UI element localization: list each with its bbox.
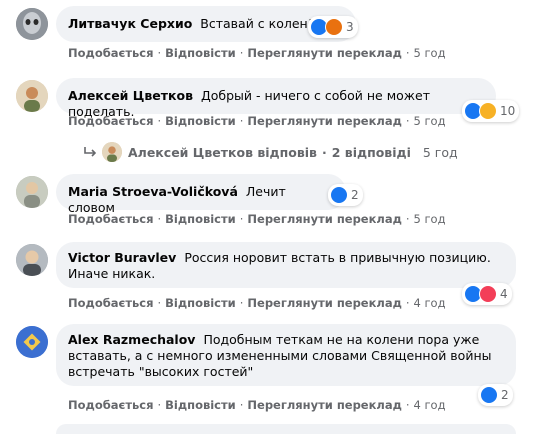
next-comment-bubble <box>56 424 516 434</box>
like-link[interactable]: Подобається <box>68 296 153 310</box>
like-icon <box>480 386 498 404</box>
reaction-summary[interactable]: 2 <box>478 384 513 406</box>
timestamp[interactable]: 5 год <box>414 212 446 226</box>
like-link[interactable]: Подобається <box>68 398 153 412</box>
reply-arrow-icon <box>84 145 97 160</box>
reaction-summary[interactable]: 4 <box>462 283 512 305</box>
timestamp[interactable]: 4 год <box>414 296 446 310</box>
timestamp[interactable]: 5 год <box>414 114 446 128</box>
comment-bubble: Alex Razmechalov Подобным теткам не на к… <box>56 324 516 386</box>
like-link[interactable]: Подобається <box>68 114 153 128</box>
comment-author[interactable]: Литвачук Серхио <box>68 16 192 31</box>
comment-actions: Подобається · Відповісти · Переглянути перек… <box>68 212 446 226</box>
love-icon <box>479 285 497 303</box>
comment-bubble: Алексей Цветков Добрый - ничего с собой … <box>56 78 496 119</box>
comment-actions: Подобається · Відповісти · Переглянути перек… <box>68 114 446 128</box>
timestamp[interactable]: 4 год <box>414 398 446 412</box>
comment-actions: Подобається · Відповісти · Переглянути перек… <box>68 46 446 60</box>
view-replies[interactable]: Алексей Цветков відповів · 2 відповіді 5… <box>84 142 458 162</box>
comment-bubble: Victor Buravlev Россия норовит встать в … <box>56 242 516 288</box>
replies-author[interactable]: Алексей Цветков відповів <box>128 145 317 160</box>
reply-link[interactable]: Відповісти <box>165 114 236 128</box>
reply-link[interactable]: Відповісти <box>165 398 236 412</box>
comment-author[interactable]: Maria Stroeva-Voličková <box>68 184 238 199</box>
reaction-summary[interactable]: 2 <box>328 184 363 206</box>
comment-actions: Подобається · Відповісти · Переглянути перек… <box>68 398 446 412</box>
avatar[interactable] <box>16 176 48 208</box>
translate-link[interactable]: Переглянути переклад <box>247 398 402 412</box>
translate-link[interactable]: Переглянути переклад <box>247 114 402 128</box>
translate-link[interactable]: Переглянути переклад <box>247 212 402 226</box>
reaction-summary[interactable]: 10 <box>462 100 520 122</box>
reply-link[interactable]: Відповісти <box>165 46 236 60</box>
comment-author[interactable]: Victor Buravlev <box>68 250 176 265</box>
comment-author[interactable]: Алексей Цветков <box>68 88 193 103</box>
reaction-count: 2 <box>351 188 359 202</box>
avatar[interactable] <box>16 326 48 358</box>
avatar[interactable] <box>16 80 48 112</box>
translate-link[interactable]: Переглянути переклад <box>247 296 402 310</box>
comment-author[interactable]: Alex Razmechalov <box>68 332 195 347</box>
comment-text: Вставай с колен! <box>200 16 313 31</box>
angry-icon <box>325 18 343 36</box>
reaction-summary[interactable]: 3 <box>308 16 358 38</box>
reply-link[interactable]: Відповісти <box>165 296 236 310</box>
like-link[interactable]: Подобається <box>68 212 153 226</box>
avatar <box>102 142 122 162</box>
comment-actions: Подобається · Відповісти · Переглянути перек… <box>68 296 446 310</box>
reaction-count: 3 <box>346 20 354 34</box>
translate-link[interactable]: Переглянути переклад <box>247 46 402 60</box>
reaction-count: 2 <box>501 388 509 402</box>
like-icon <box>330 186 348 204</box>
replies-time: 5 год <box>422 144 458 160</box>
haha-icon <box>479 102 497 120</box>
replies-count[interactable]: 2 відповіді <box>332 145 411 160</box>
reaction-count: 10 <box>500 104 516 118</box>
avatar[interactable] <box>16 8 48 40</box>
reply-link[interactable]: Відповісти <box>165 212 236 226</box>
avatar[interactable] <box>16 244 48 276</box>
like-link[interactable]: Подобається <box>68 46 153 60</box>
comment-bubble: Maria Stroeva-Voličková Лечит словом <box>56 174 346 215</box>
timestamp[interactable]: 5 год <box>414 46 446 60</box>
reaction-count: 4 <box>500 287 508 301</box>
